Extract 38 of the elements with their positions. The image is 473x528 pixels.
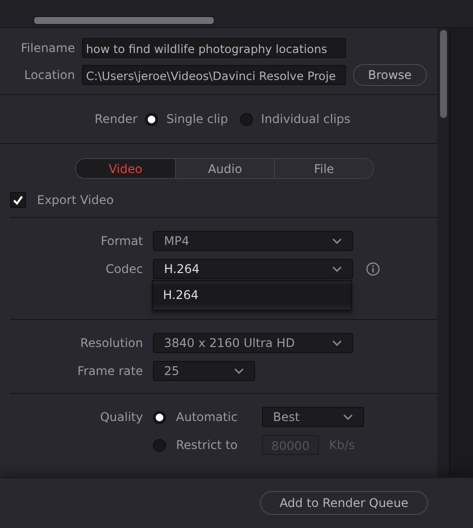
radio-label: Restrict to bbox=[176, 438, 239, 452]
filename-label: Filename bbox=[20, 41, 75, 55]
radio-button[interactable] bbox=[145, 112, 158, 126]
checkbox[interactable] bbox=[10, 192, 26, 208]
tab[interactable]: File bbox=[274, 159, 374, 178]
radio-button[interactable] bbox=[153, 410, 166, 424]
radio-button[interactable] bbox=[240, 112, 253, 126]
format-label: Format bbox=[100, 234, 143, 248]
quality-label: Quality bbox=[99, 410, 143, 424]
quality-dropdown[interactable]: Best bbox=[262, 407, 364, 427]
resolution-dropdown[interactable]: 3840 x 2160 Ultra HD bbox=[153, 333, 353, 353]
codec-label: Codec bbox=[104, 262, 143, 276]
chevron-down-icon bbox=[343, 414, 353, 420]
frame-rate-dropdown[interactable]: 25 bbox=[153, 361, 255, 381]
dropdown-option[interactable]: H.264 bbox=[153, 284, 351, 306]
render-label: Render bbox=[94, 112, 138, 126]
export-video-label: Export Video bbox=[37, 193, 114, 207]
radio-label: Individual clips bbox=[261, 112, 350, 126]
format-dropdown[interactable]: MP4 bbox=[153, 231, 353, 251]
resolution-label: Resolution bbox=[79, 336, 143, 350]
tab[interactable]: Audio bbox=[175, 159, 274, 178]
frame-rate-label: Frame rate bbox=[76, 364, 143, 378]
tab[interactable]: Video bbox=[76, 159, 176, 178]
radio-label: Single clip bbox=[166, 112, 228, 126]
add-to-render-queue-button[interactable]: Add to Render Queue bbox=[260, 491, 428, 515]
chevron-down-icon bbox=[234, 368, 244, 374]
chevron-down-icon bbox=[332, 266, 342, 272]
browse-button[interactable]: Browse bbox=[353, 64, 427, 86]
location-label: Location bbox=[23, 68, 75, 82]
info-icon[interactable] bbox=[366, 262, 380, 276]
chevron-down-icon bbox=[332, 340, 342, 346]
chevron-down-icon bbox=[332, 238, 342, 244]
location-field[interactable]: C:\Users\jeroe\Videos\Davinci Resolve Proje bbox=[82, 65, 346, 85]
horizontal-scrollbar[interactable] bbox=[33, 16, 215, 25]
radio-label: Automatic bbox=[176, 410, 239, 424]
vertical-scrollbar[interactable] bbox=[440, 30, 447, 118]
filename-field[interactable]: how to find wildlife photography locations bbox=[82, 38, 346, 58]
codec-dropdown[interactable]: H.264 bbox=[153, 259, 353, 279]
